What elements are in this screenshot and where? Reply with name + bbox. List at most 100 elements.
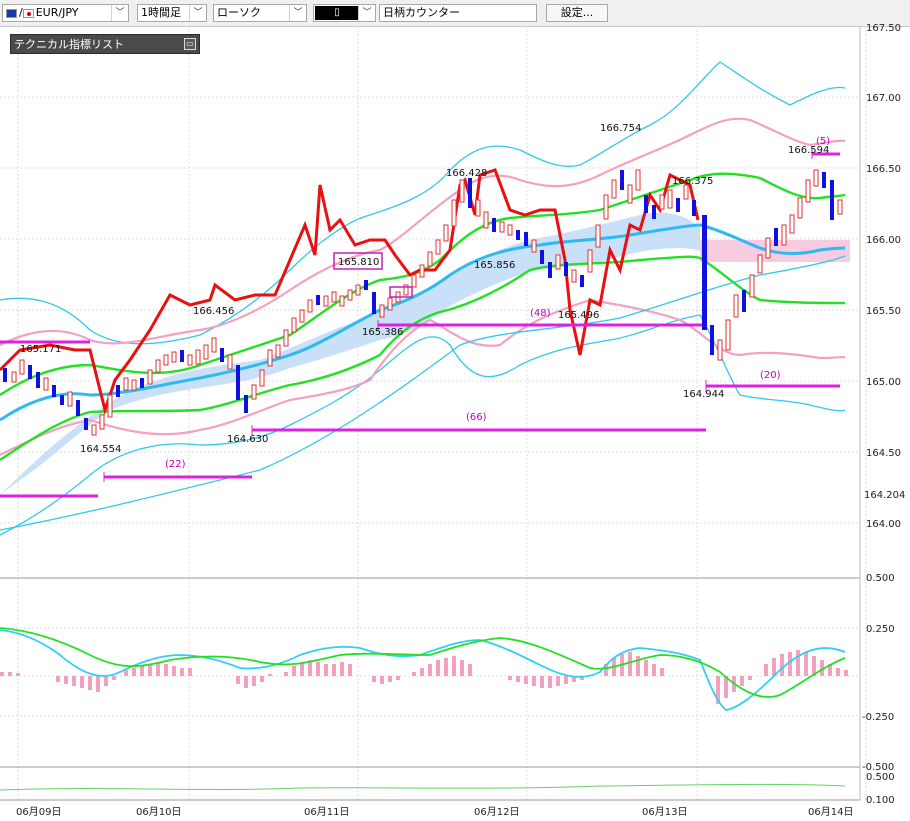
candle [692,200,696,216]
price-annotation: 164.944 [683,389,724,400]
price-annotation: 165.810 [338,257,379,268]
volume-line [0,783,846,791]
candle [67,391,73,407]
count-annotation: (22) [165,459,186,470]
candle [220,348,224,362]
vol-axis: 0.500 0.100 [866,772,895,806]
candle [131,379,137,391]
count-annotation: (66) [466,412,487,423]
candle [107,394,113,418]
candle [316,295,320,305]
candle [627,184,633,204]
candle [524,232,528,246]
indicator-list-panel[interactable]: テクニカル指標リスト ▭ [10,34,200,54]
candle [837,199,843,215]
candle [275,344,281,358]
count-annotation: (20) [760,370,781,381]
candle [603,194,609,220]
candle [667,189,673,209]
highlight-box-small [389,286,413,298]
price-axis-label: 164.00 [866,519,901,530]
candle [171,351,177,363]
ma-green-1 [0,172,846,396]
osc-axis-label: 0.250 [866,624,895,635]
candle [283,329,289,347]
price-annotation: 166.375 [672,176,713,187]
candle [813,169,819,187]
candle [822,172,826,188]
price-axis-label: 165.50 [866,306,901,317]
price-annotation: 165.496 [558,310,599,321]
price-annotation: 166.456 [193,306,234,317]
candle [742,290,746,312]
candle [379,304,385,318]
candle [676,198,680,212]
candle [355,284,361,296]
price-axis-label: 167.50 [866,23,901,34]
candle [147,369,153,385]
candle [339,295,345,307]
candle [123,377,129,391]
candle [620,170,624,190]
price-annotation: 165.171 [20,344,61,355]
candle [702,215,707,330]
candle [28,365,32,379]
candle [244,395,248,413]
candle [419,264,425,278]
candle [307,299,313,313]
candle [475,199,481,217]
candle [347,289,353,301]
candle [411,274,417,288]
candle [797,197,803,219]
candle [710,325,714,355]
collapse-icon[interactable]: ▭ [184,38,196,50]
candle [323,295,329,307]
candle [564,262,568,276]
count-annotations: (22) (66) (48) (20) (5) [165,136,830,470]
candle [251,384,257,400]
candle [540,250,544,264]
candle [180,350,184,362]
candle [507,224,513,236]
candle [781,224,787,246]
price-axis-label: 166.00 [866,235,901,246]
candle [499,221,505,233]
candle [187,354,193,366]
count-annotation: (5) [816,136,830,147]
candle [725,319,731,351]
candle [372,292,376,314]
candle [11,371,17,383]
time-axis-label: 06月14日 [808,806,853,818]
candle [435,239,441,255]
macd-histogram [0,650,848,704]
candle [635,169,641,191]
candle [717,339,723,361]
price-axis-label: 167.00 [866,93,901,104]
indicator-list-title: テクニカル指標リスト [14,38,124,51]
candle [659,194,665,210]
candle [483,211,489,229]
candle [3,368,7,382]
vol-axis-label: 0.500 [866,772,895,783]
candle [116,385,120,397]
candle [227,354,233,370]
time-axis: 06月09日 06月10日 06月11日 06月12日 06月13日 06月14… [16,806,853,818]
price-annotation: 164.554 [80,444,121,455]
candle [830,180,834,220]
candle [683,184,689,200]
candle [76,400,80,416]
time-axis-label: 06月12日 [474,806,519,818]
candle [789,214,795,234]
candle [555,254,561,270]
candle [36,372,40,388]
candle [531,239,537,253]
candle [652,205,656,219]
candle [774,228,778,246]
chart-canvas[interactable]: 165.171 164.554 166.456 164.630 165.810 … [0,0,910,821]
candle [19,359,25,375]
price-annotation: 166.428 [446,168,487,179]
candle [211,337,217,353]
candle [516,230,520,240]
osc-axis-label: 0.500 [866,573,895,584]
candle [571,269,577,283]
